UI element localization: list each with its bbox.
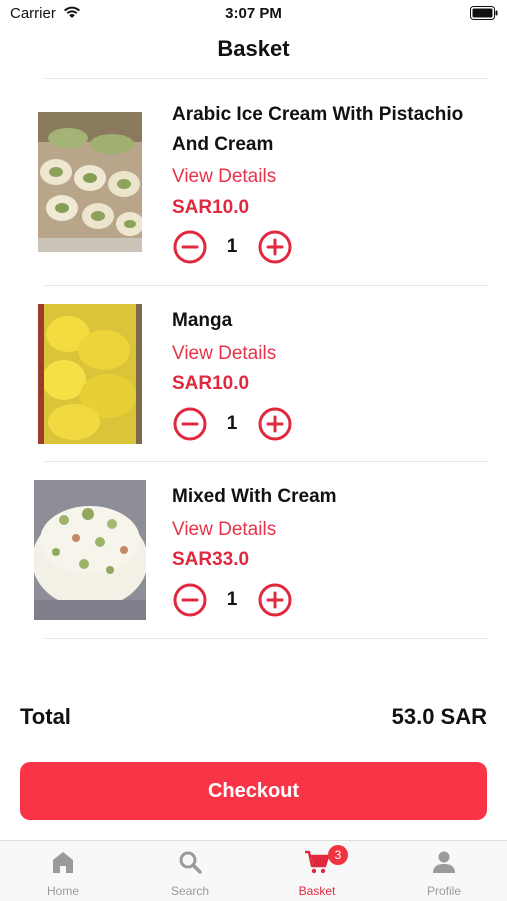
decrease-quantity-button[interactable] — [173, 407, 207, 441]
basket-item: Manga View Details SAR10.0 1 — [0, 286, 507, 462]
divider — [44, 638, 488, 639]
search-icon — [179, 851, 202, 874]
cart-icon — [305, 850, 330, 874]
total-label: Total — [20, 704, 71, 729]
view-details-link[interactable]: View Details — [172, 519, 276, 541]
tab-basket[interactable]: 3 Basket — [254, 841, 380, 901]
increase-quantity-button[interactable] — [258, 407, 292, 441]
person-icon — [433, 851, 455, 873]
decrease-quantity-button[interactable] — [173, 583, 207, 617]
tab-bar: Home Search 3 Basket Profile — [0, 840, 507, 901]
tab-label: Basket — [298, 884, 336, 898]
total-value: 53.0 SAR — [391, 704, 487, 729]
home-icon — [53, 852, 73, 873]
tab-profile[interactable]: Profile — [381, 841, 507, 901]
basket-item: Arabic Ice Cream With Pistachio And Crea… — [0, 78, 507, 286]
item-price: SAR10.0 — [172, 373, 250, 394]
cart-count-badge: 3 — [328, 845, 348, 865]
item-name: Arabic Ice Cream With Pistachio And Crea… — [172, 104, 464, 155]
basket-item: Mixed With Cream View Details SAR33.0 1 — [0, 462, 507, 638]
increase-quantity-button[interactable] — [258, 230, 292, 264]
quantity-value: 1 — [226, 589, 238, 610]
tab-label: Home — [46, 884, 79, 898]
tab-label: Profile — [426, 884, 461, 898]
page-title: Basket — [217, 36, 290, 61]
product-image-mango-ice-cream[interactable] — [38, 304, 142, 444]
decrease-quantity-button[interactable] — [173, 230, 207, 264]
quantity-value: 1 — [226, 236, 238, 257]
item-name: Manga — [172, 310, 233, 331]
checkout-button[interactable]: Checkout — [20, 762, 487, 820]
quantity-value: 1 — [226, 413, 238, 434]
tab-label: Search — [170, 884, 210, 898]
clock: 3:07 PM — [225, 5, 282, 22]
item-price: SAR10.0 — [172, 197, 250, 218]
battery-icon — [470, 6, 498, 20]
product-image-mixed-cream[interactable] — [34, 480, 146, 620]
view-details-link[interactable]: View Details — [172, 166, 276, 188]
product-image-pistachio-rolls[interactable] — [38, 112, 142, 252]
item-price: SAR33.0 — [172, 549, 250, 570]
view-details-link[interactable]: View Details — [172, 343, 276, 365]
item-name: Mixed With Cream — [172, 486, 337, 507]
tab-search[interactable]: Search — [127, 841, 253, 901]
increase-quantity-button[interactable] — [258, 583, 292, 617]
status-bar: Carrier 3:07 PM — [0, 0, 507, 28]
tab-home[interactable]: Home — [0, 841, 126, 901]
